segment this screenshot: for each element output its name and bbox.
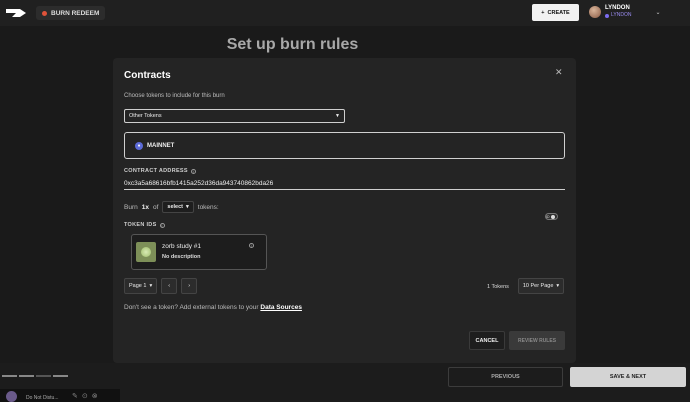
- burn-suffix: tokens:: [197, 203, 219, 211]
- burn-qty[interactable]: 1x: [142, 204, 149, 211]
- breadcrumb-label: BURN REDEEM: [51, 9, 100, 17]
- toggle-knob: [551, 215, 555, 219]
- prev-page-button[interactable]: ‹: [161, 278, 178, 294]
- token-count: 1 Tokens: [487, 284, 509, 290]
- token-description: No description: [162, 254, 201, 260]
- ethereum-icon: ♦: [135, 141, 143, 150]
- burn-select-value: select: [167, 204, 183, 210]
- user-name: LYNDON: [605, 5, 630, 11]
- user-handle: LYNDON: [611, 12, 632, 18]
- progress-segment: [53, 375, 68, 377]
- network-label: MAINNET: [147, 142, 175, 149]
- chevron-down-icon[interactable]: ⌄: [655, 9, 660, 16]
- close-icon[interactable]: ✕: [555, 67, 563, 78]
- burn-quantity-row: Burn 1x of select ▾ tokens:: [124, 201, 219, 213]
- user-menu[interactable]: LYNDON LYNDON ⌄: [589, 5, 661, 19]
- top-bar: BURN REDEEM + CREATE LYNDON LYNDON ⌄: [0, 0, 690, 26]
- id-toggle-label: ID: [546, 214, 550, 219]
- chevron-down-icon: ▾: [149, 283, 153, 289]
- step-progress: [2, 375, 68, 377]
- token-type-value: Other Tokens: [129, 113, 162, 119]
- next-page-button[interactable]: ›: [181, 278, 198, 294]
- breadcrumb[interactable]: BURN REDEEM: [36, 6, 106, 20]
- taskbar-status: Do Not Distu...: [26, 395, 59, 401]
- burn-select[interactable]: select ▾: [162, 201, 194, 213]
- review-rules-button[interactable]: REVIEW RULES: [509, 331, 565, 350]
- chevron-down-icon: ▾: [186, 204, 189, 210]
- data-sources-link[interactable]: Data Sources: [260, 304, 302, 311]
- page-select[interactable]: Page 1 ▾: [124, 278, 158, 294]
- token-name: zorb study #1: [162, 243, 202, 250]
- modal-title: Contracts: [124, 70, 171, 81]
- contract-address-input[interactable]: 0xc3a5a68616bfb1415a252d36da943740862bda…: [124, 177, 565, 190]
- token-card[interactable]: zorb study #1 No description i: [131, 234, 267, 270]
- per-page-value: 10 Per Page: [522, 283, 554, 289]
- hint-text: Don't see a token? Add external tokens t…: [124, 304, 261, 311]
- chevron-down-icon: ▾: [556, 283, 560, 289]
- data-sources-hint: Don't see a token? Add external tokens t…: [124, 304, 302, 311]
- app-logo-icon[interactable]: [6, 7, 26, 19]
- avatar: [589, 6, 601, 18]
- burn-icon: [42, 10, 47, 16]
- burn-prefix: Burn: [124, 203, 138, 211]
- save-next-button[interactable]: SAVE & NEXT: [570, 367, 686, 387]
- network-box[interactable]: ♦ MAINNET: [124, 132, 565, 159]
- cancel-button[interactable]: CANCEL: [469, 331, 505, 350]
- chevron-down-icon: ▼: [335, 113, 340, 119]
- per-page-select[interactable]: 10 Per Page ▾: [518, 278, 564, 294]
- progress-segment: [19, 375, 34, 377]
- page-select-value: Page 1: [129, 283, 147, 289]
- page-title: Set up burn rules: [226, 36, 359, 53]
- token-type-select[interactable]: Other Tokens ▼: [124, 109, 345, 123]
- contracts-modal: Contracts ✕ Choose tokens to include for…: [113, 58, 576, 363]
- burn-of: of: [152, 203, 159, 211]
- progress-segment: [36, 375, 51, 377]
- contract-address-label: CONTRACT ADDRESS i: [124, 168, 196, 174]
- token-ids-label-text: TOKEN IDS: [124, 222, 157, 228]
- modal-subtitle: Choose tokens to include for this burn: [124, 93, 225, 99]
- app-icon[interactable]: [6, 391, 17, 402]
- info-icon[interactable]: i: [159, 222, 165, 228]
- progress-segment: [2, 375, 17, 377]
- taskbar-icons[interactable]: ✎⊙⊗: [72, 392, 102, 400]
- token-ids-label: TOKEN IDS i: [124, 222, 165, 228]
- token-thumbnail: [136, 242, 156, 262]
- info-icon[interactable]: i: [190, 168, 196, 174]
- taskbar: [0, 389, 120, 402]
- id-toggle[interactable]: ID: [545, 213, 558, 220]
- wallet-icon: [605, 13, 609, 18]
- pagination: Page 1 ▾ ‹ ›: [124, 278, 198, 294]
- create-button-label: CREATE: [547, 9, 570, 16]
- info-icon[interactable]: i: [249, 243, 254, 248]
- create-button[interactable]: + CREATE: [532, 4, 579, 21]
- contract-address-label-text: CONTRACT ADDRESS: [124, 168, 188, 174]
- previous-button[interactable]: PREVIOUS: [448, 367, 563, 387]
- plus-icon: +: [541, 9, 545, 16]
